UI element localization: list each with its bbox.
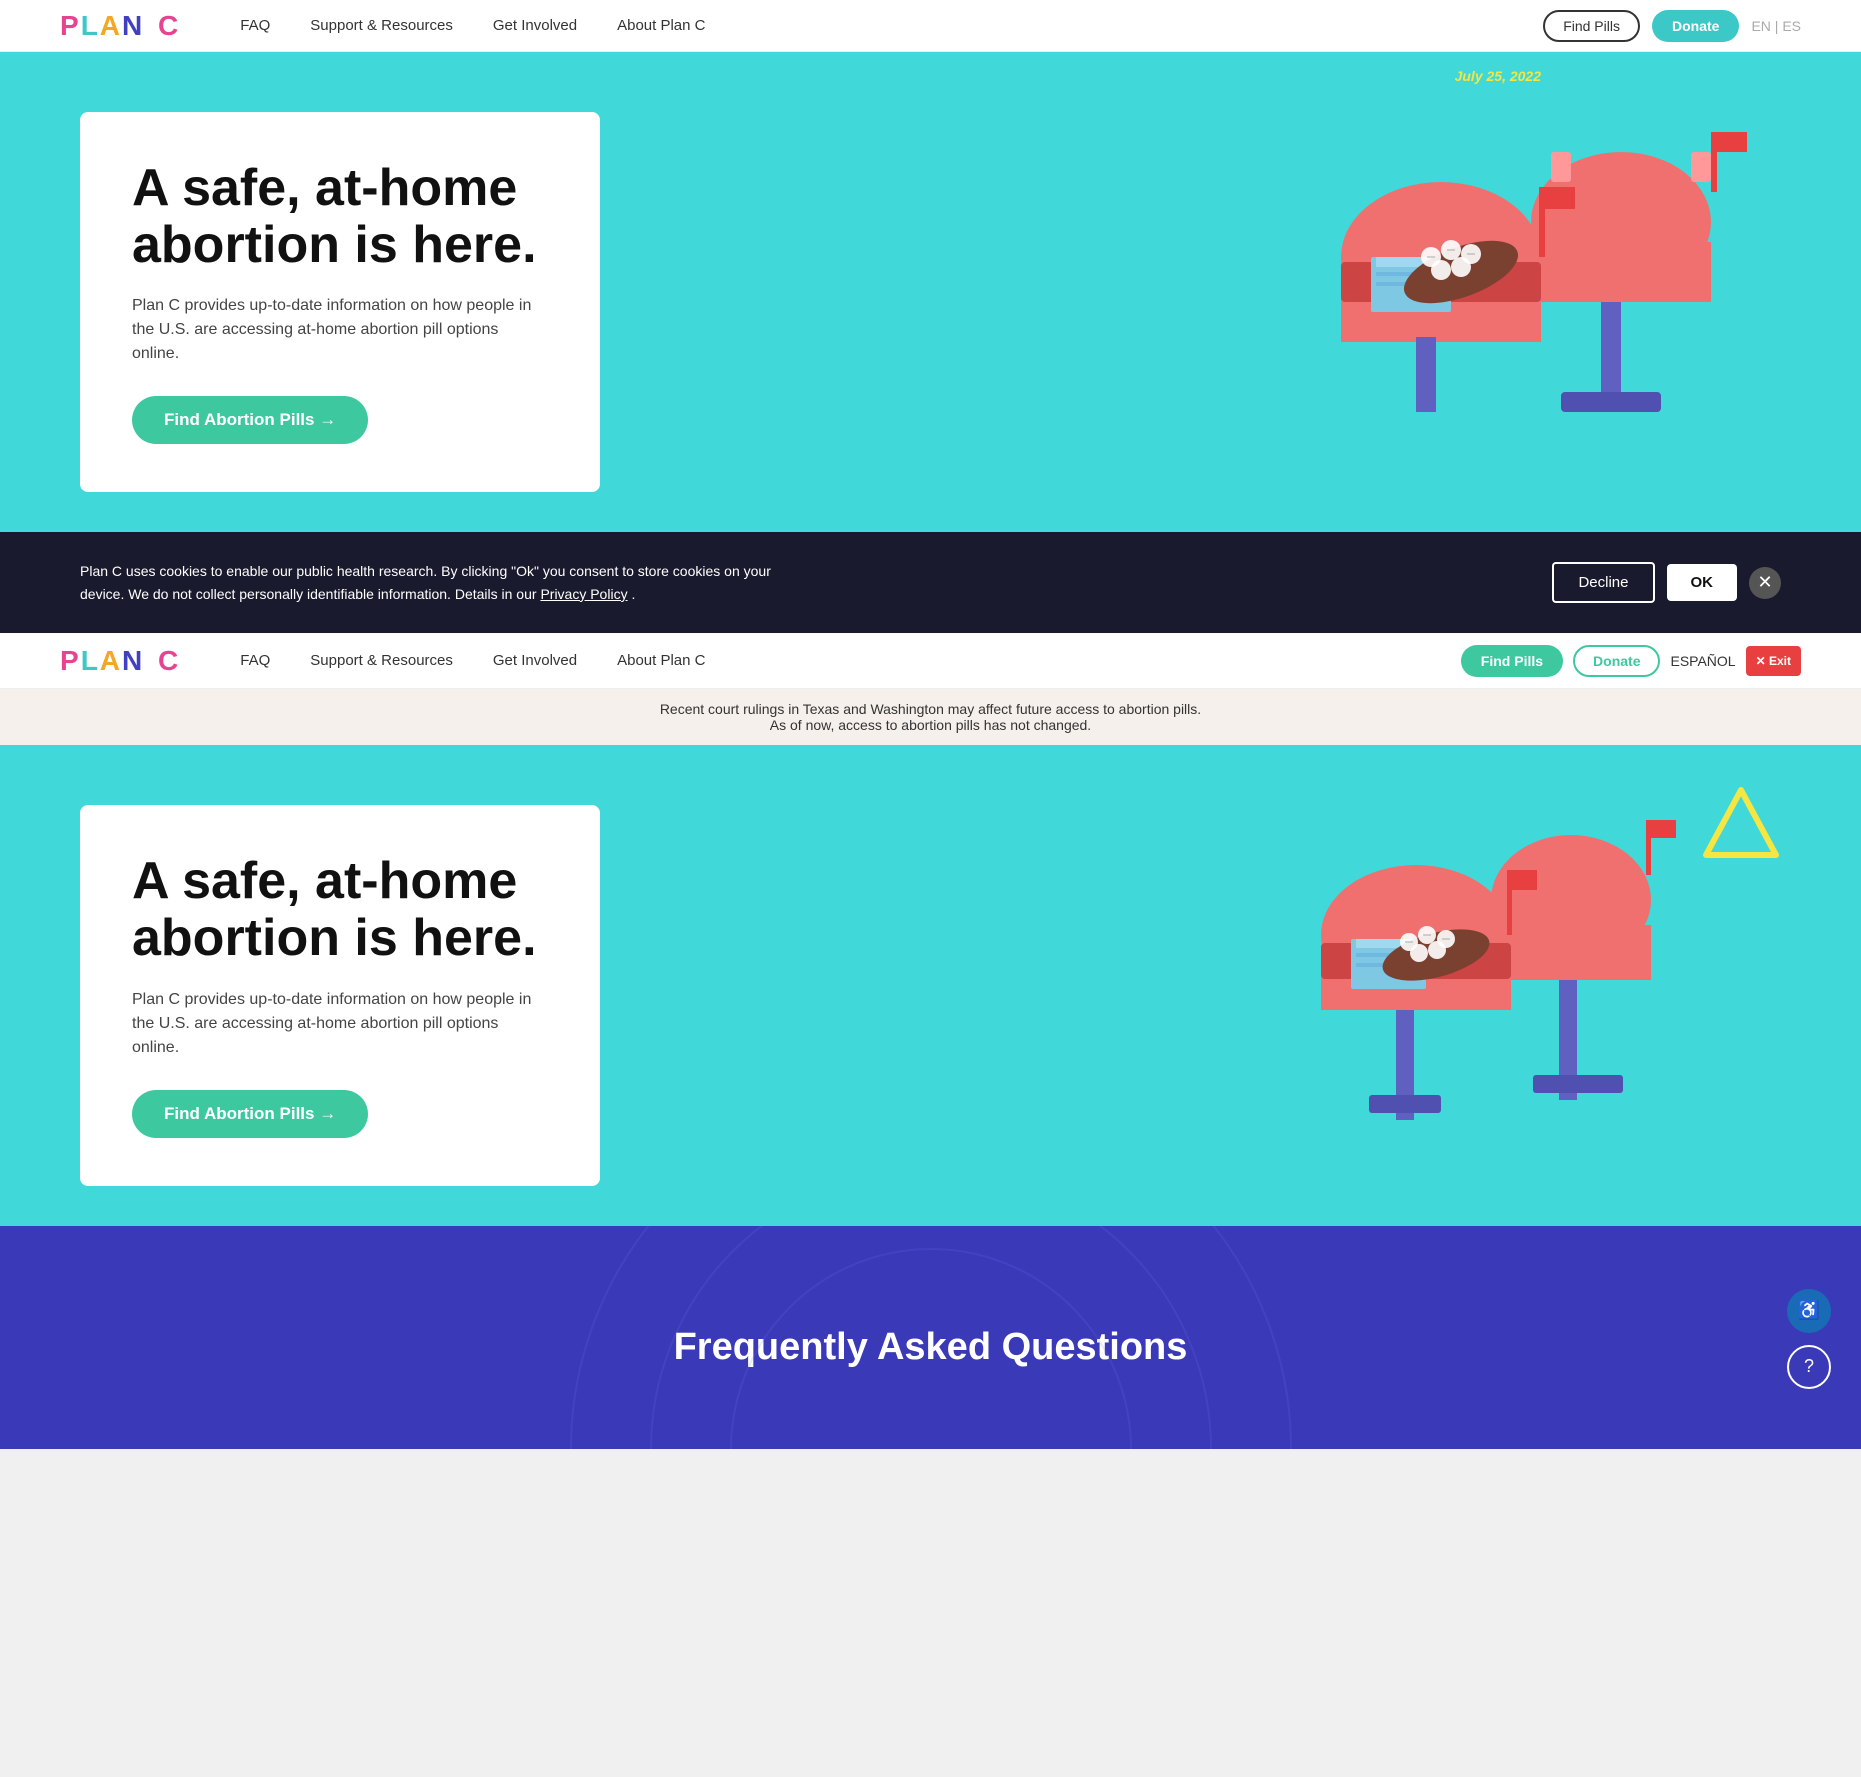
ok-button[interactable]: OK xyxy=(1667,564,1738,601)
nav2-get-involved[interactable]: Get Involved xyxy=(493,652,577,669)
secondary-navigation: PLAN C FAQ Support & Resources Get Invol… xyxy=(0,633,1861,689)
nav2-support[interactable]: Support & Resources xyxy=(310,652,453,669)
top-nav-links: FAQ Support & Resources Get Involved Abo… xyxy=(240,17,1543,34)
nav-support[interactable]: Support & Resources xyxy=(310,17,453,34)
hero-card-1: A safe, at-home abortion is here. Plan C… xyxy=(80,112,600,492)
nav2-about[interactable]: About Plan C xyxy=(617,652,705,669)
accessibility-icon-bottom: ♿ xyxy=(1798,1300,1820,1321)
nav-get-involved[interactable]: Get Involved xyxy=(493,17,577,34)
logo-text: PLAN C xyxy=(60,10,180,42)
lang-separator: | xyxy=(1775,18,1779,34)
hero-card-2: A safe, at-home abortion is here. Plan C… xyxy=(80,805,600,1185)
top-section: PLAN C FAQ Support & Resources Get Invol… xyxy=(0,0,1861,633)
lang-en[interactable]: EN xyxy=(1751,18,1770,34)
alert-banner: Recent court rulings in Texas and Washin… xyxy=(0,689,1861,745)
logo-text-bottom: PLAN C xyxy=(60,645,180,677)
hero-description-1: Plan C provides up-to-date information o… xyxy=(132,294,548,366)
alert-line-2: As of now, access to abortion pills has … xyxy=(12,717,1849,733)
donate-nav-button[interactable]: Donate xyxy=(1573,645,1660,677)
accessibility-button-bottom[interactable]: ♿ xyxy=(1787,1289,1831,1333)
top-nav-right: Find Pills Donate EN | ES xyxy=(1543,10,1801,42)
hero-illustration-2 xyxy=(1261,765,1721,1145)
decline-button[interactable]: Decline xyxy=(1552,562,1654,603)
hero-description-2: Plan C provides up-to-date information o… xyxy=(132,988,548,1060)
find-pills-top-button[interactable]: Find Pills xyxy=(1543,10,1640,42)
top-navigation: PLAN C FAQ Support & Resources Get Invol… xyxy=(0,0,1861,52)
find-pills-nav-button[interactable]: Find Pills xyxy=(1461,645,1563,677)
close-cookie-button[interactable]: ✕ xyxy=(1749,567,1781,599)
logo-top[interactable]: PLAN C xyxy=(60,10,180,42)
nav-faq[interactable]: FAQ xyxy=(240,17,270,34)
exit-button[interactable]: ✕ Exit xyxy=(1746,646,1801,676)
bottom-icons: ♿ ? xyxy=(1787,1289,1831,1389)
cookie-text: Plan C uses cookies to enable our public… xyxy=(80,560,780,605)
find-abortion-pills-button-1[interactable]: Find Abortion Pills → xyxy=(132,396,368,444)
help-button[interactable]: ? xyxy=(1787,1345,1831,1389)
language-selector[interactable]: EN | ES xyxy=(1751,18,1801,34)
bottom-section: PLAN C FAQ Support & Resources Get Invol… xyxy=(0,633,1861,1448)
cookie-buttons: Decline OK ✕ xyxy=(1552,562,1781,603)
privacy-policy-link[interactable]: Privacy Policy xyxy=(540,586,627,602)
scroll-up-arrow[interactable] xyxy=(1701,785,1781,865)
secondary-nav-links: FAQ Support & Resources Get Involved Abo… xyxy=(240,652,1461,669)
espanol-button[interactable]: ESPAÑOL xyxy=(1670,653,1735,669)
hero-section-1: July 25, 2022 A safe, at-home abortion i… xyxy=(0,52,1861,532)
donate-top-button[interactable]: Donate xyxy=(1652,10,1739,42)
hero-illustration-1 xyxy=(1261,72,1781,412)
alert-line-1: Recent court rulings in Texas and Washin… xyxy=(12,701,1849,717)
hero-section-2: A safe, at-home abortion is here. Plan C… xyxy=(0,745,1861,1225)
logo-bottom[interactable]: PLAN C xyxy=(60,645,180,677)
hero-title-1: A safe, at-home abortion is here. xyxy=(132,160,548,274)
nav2-faq[interactable]: FAQ xyxy=(240,652,270,669)
lang-es[interactable]: ES xyxy=(1782,18,1801,34)
faq-section: Frequently Asked Questions ♿ ? xyxy=(0,1226,1861,1449)
nav-about[interactable]: About Plan C xyxy=(617,17,705,34)
help-icon: ? xyxy=(1804,1356,1814,1377)
find-abortion-pills-button-2[interactable]: Find Abortion Pills → xyxy=(132,1090,368,1138)
secondary-nav-right: Find Pills Donate ESPAÑOL ✕ Exit xyxy=(1461,645,1801,677)
cookie-banner: Plan C uses cookies to enable our public… xyxy=(0,532,1861,633)
hero-title-2: A safe, at-home abortion is here. xyxy=(132,853,548,967)
close-icon: ✕ xyxy=(1757,572,1772,593)
